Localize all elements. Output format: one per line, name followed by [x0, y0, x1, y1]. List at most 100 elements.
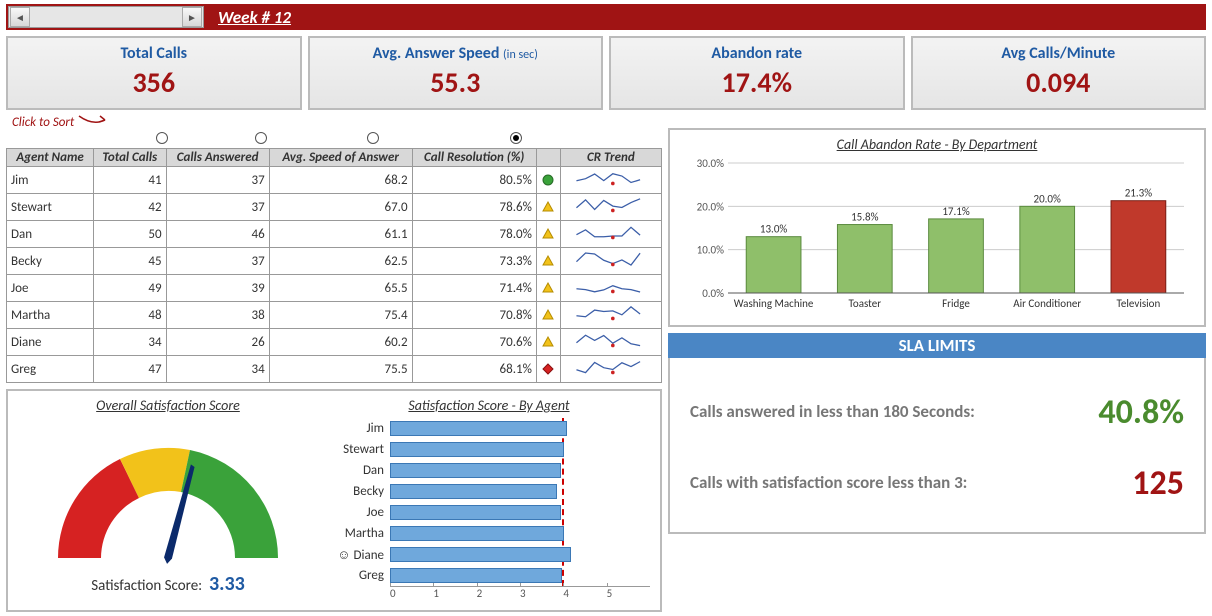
- cell-indicator: [536, 248, 560, 275]
- cell-answered: 37: [166, 167, 269, 194]
- cell-agent: Jim: [7, 167, 94, 194]
- cell-cr: 70.6%: [412, 329, 536, 356]
- table-row: Diane342660.270.6%: [7, 329, 662, 356]
- sat-bar-label: Greg: [328, 568, 390, 583]
- col-5[interactable]: [536, 149, 560, 167]
- kpi-total-calls: Total Calls 356: [6, 36, 302, 110]
- svg-text:13.0%: 13.0%: [760, 223, 788, 236]
- cell-indicator: [536, 221, 560, 248]
- cell-agent: Greg: [7, 356, 94, 383]
- cell-agent: Joe: [7, 275, 94, 302]
- sat-bar-row: Stewart: [328, 439, 650, 460]
- table-row: Jim413768.280.5%: [7, 167, 662, 194]
- svg-text:17.1%: 17.1%: [942, 205, 970, 218]
- status-icon: [542, 174, 554, 186]
- cell-agent: Martha: [7, 302, 94, 329]
- status-icon: [542, 363, 554, 375]
- cell-answered: 39: [166, 275, 269, 302]
- cell-trend: [560, 356, 661, 383]
- cell-total: 47: [94, 356, 167, 383]
- cell-total: 48: [94, 302, 167, 329]
- status-icon: [542, 309, 554, 321]
- sat-by-agent-title: Satisfaction Score - By Agent: [328, 397, 650, 414]
- cell-cr: 70.8%: [412, 302, 536, 329]
- col-0[interactable]: Agent Name: [7, 149, 94, 167]
- cell-speed: 75.4: [269, 302, 412, 329]
- cell-cr: 73.3%: [412, 248, 536, 275]
- sla-header: SLA LIMITS: [668, 333, 1206, 358]
- sort-radio-call-resolution[interactable]: [510, 132, 522, 144]
- kpi-title: Avg. Answer Speed (in sec): [314, 44, 598, 63]
- sat-bar-label: Stewart: [328, 442, 390, 457]
- kpi-avg-answer: Avg. Answer Speed (in sec) 55.3: [308, 36, 604, 110]
- sat-bar-label: Dan: [328, 463, 390, 478]
- abandon-chart: Call Abandon Rate - By Department 0.0% 10…: [668, 128, 1206, 327]
- col-6[interactable]: CR Trend: [560, 149, 661, 167]
- col-3[interactable]: Avg. Speed of Answer: [269, 149, 412, 167]
- sat-bar-label: ☺ Diane: [328, 547, 390, 563]
- gauge-score: Satisfaction Score: 3.33: [18, 572, 318, 596]
- sat-bar-row: ☺ Diane: [328, 544, 650, 565]
- cell-trend: [560, 302, 661, 329]
- cell-speed: 67.0: [269, 194, 412, 221]
- kpi-title: Avg Calls/Minute: [917, 44, 1201, 63]
- status-icon: [542, 201, 554, 213]
- sat-bar-row: Jim: [328, 418, 650, 439]
- col-1[interactable]: Total Calls: [94, 149, 167, 167]
- week-next-button[interactable]: ►: [182, 7, 202, 27]
- status-icon: [542, 336, 554, 348]
- svg-text:0.0%: 0.0%: [702, 287, 724, 300]
- cell-trend: [560, 194, 661, 221]
- kpi-title: Abandon rate: [615, 44, 899, 63]
- kpi-calls-per-minute: Avg Calls/Minute 0.094: [911, 36, 1207, 110]
- cell-cr: 68.1%: [412, 356, 536, 383]
- cell-indicator: [536, 302, 560, 329]
- cell-trend: [560, 221, 661, 248]
- col-4[interactable]: Call Resolution (%): [412, 149, 536, 167]
- table-row: Stewart423767.078.6%: [7, 194, 662, 221]
- kpi-abandon-rate: Abandon rate 17.4%: [609, 36, 905, 110]
- cell-trend: [560, 329, 661, 356]
- cell-cr: 80.5%: [412, 167, 536, 194]
- cell-total: 45: [94, 248, 167, 275]
- week-track[interactable]: [31, 7, 181, 27]
- sla-lowsat-label: Calls with satisfaction score less than …: [690, 473, 1122, 493]
- sort-radio-total-calls[interactable]: [156, 132, 168, 144]
- week-bar: ◄ ► Week # 12: [6, 4, 1206, 30]
- cell-agent: Becky: [7, 248, 94, 275]
- sat-bar-row: Dan: [328, 460, 650, 481]
- sort-radio-speed[interactable]: [367, 132, 379, 144]
- cell-trend: [560, 275, 661, 302]
- kpi-value: 356: [12, 65, 296, 100]
- cell-agent: Stewart: [7, 194, 94, 221]
- cell-speed: 62.5: [269, 248, 412, 275]
- svg-text:15.8%: 15.8%: [851, 211, 879, 224]
- cell-cr: 78.0%: [412, 221, 536, 248]
- sort-radio-calls-answered[interactable]: [255, 132, 267, 144]
- svg-text:10.0%: 10.0%: [697, 244, 725, 257]
- table-row: Joe493965.571.4%: [7, 275, 662, 302]
- cell-cr: 71.4%: [412, 275, 536, 302]
- cell-answered: 26: [166, 329, 269, 356]
- cell-cr: 78.6%: [412, 194, 536, 221]
- sat-bar-label: Joe: [328, 505, 390, 520]
- gauge-chart: [38, 418, 298, 568]
- sat-bar-row: Joe: [328, 502, 650, 523]
- svg-text:Washing Machine: Washing Machine: [734, 297, 814, 310]
- table-row: Martha483875.470.8%: [7, 302, 662, 329]
- cell-total: 50: [94, 221, 167, 248]
- col-2[interactable]: Calls Answered: [166, 149, 269, 167]
- abandon-title: Call Abandon Rate - By Department: [680, 136, 1194, 153]
- sla-lowsat-value: 125: [1132, 463, 1184, 504]
- week-spinner[interactable]: ◄ ►: [8, 6, 204, 28]
- cell-speed: 75.5: [269, 356, 412, 383]
- table-row: Dan504661.178.0%: [7, 221, 662, 248]
- sat-bar-label: Jim: [328, 421, 390, 436]
- svg-text:Air Conditioner: Air Conditioner: [1013, 297, 1081, 310]
- agent-table: Agent NameTotal CallsCalls AnsweredAvg. …: [6, 148, 662, 383]
- week-prev-button[interactable]: ◄: [10, 7, 30, 27]
- week-label: Week # 12: [218, 7, 291, 28]
- cell-answered: 34: [166, 356, 269, 383]
- cell-answered: 46: [166, 221, 269, 248]
- status-icon: [542, 255, 554, 267]
